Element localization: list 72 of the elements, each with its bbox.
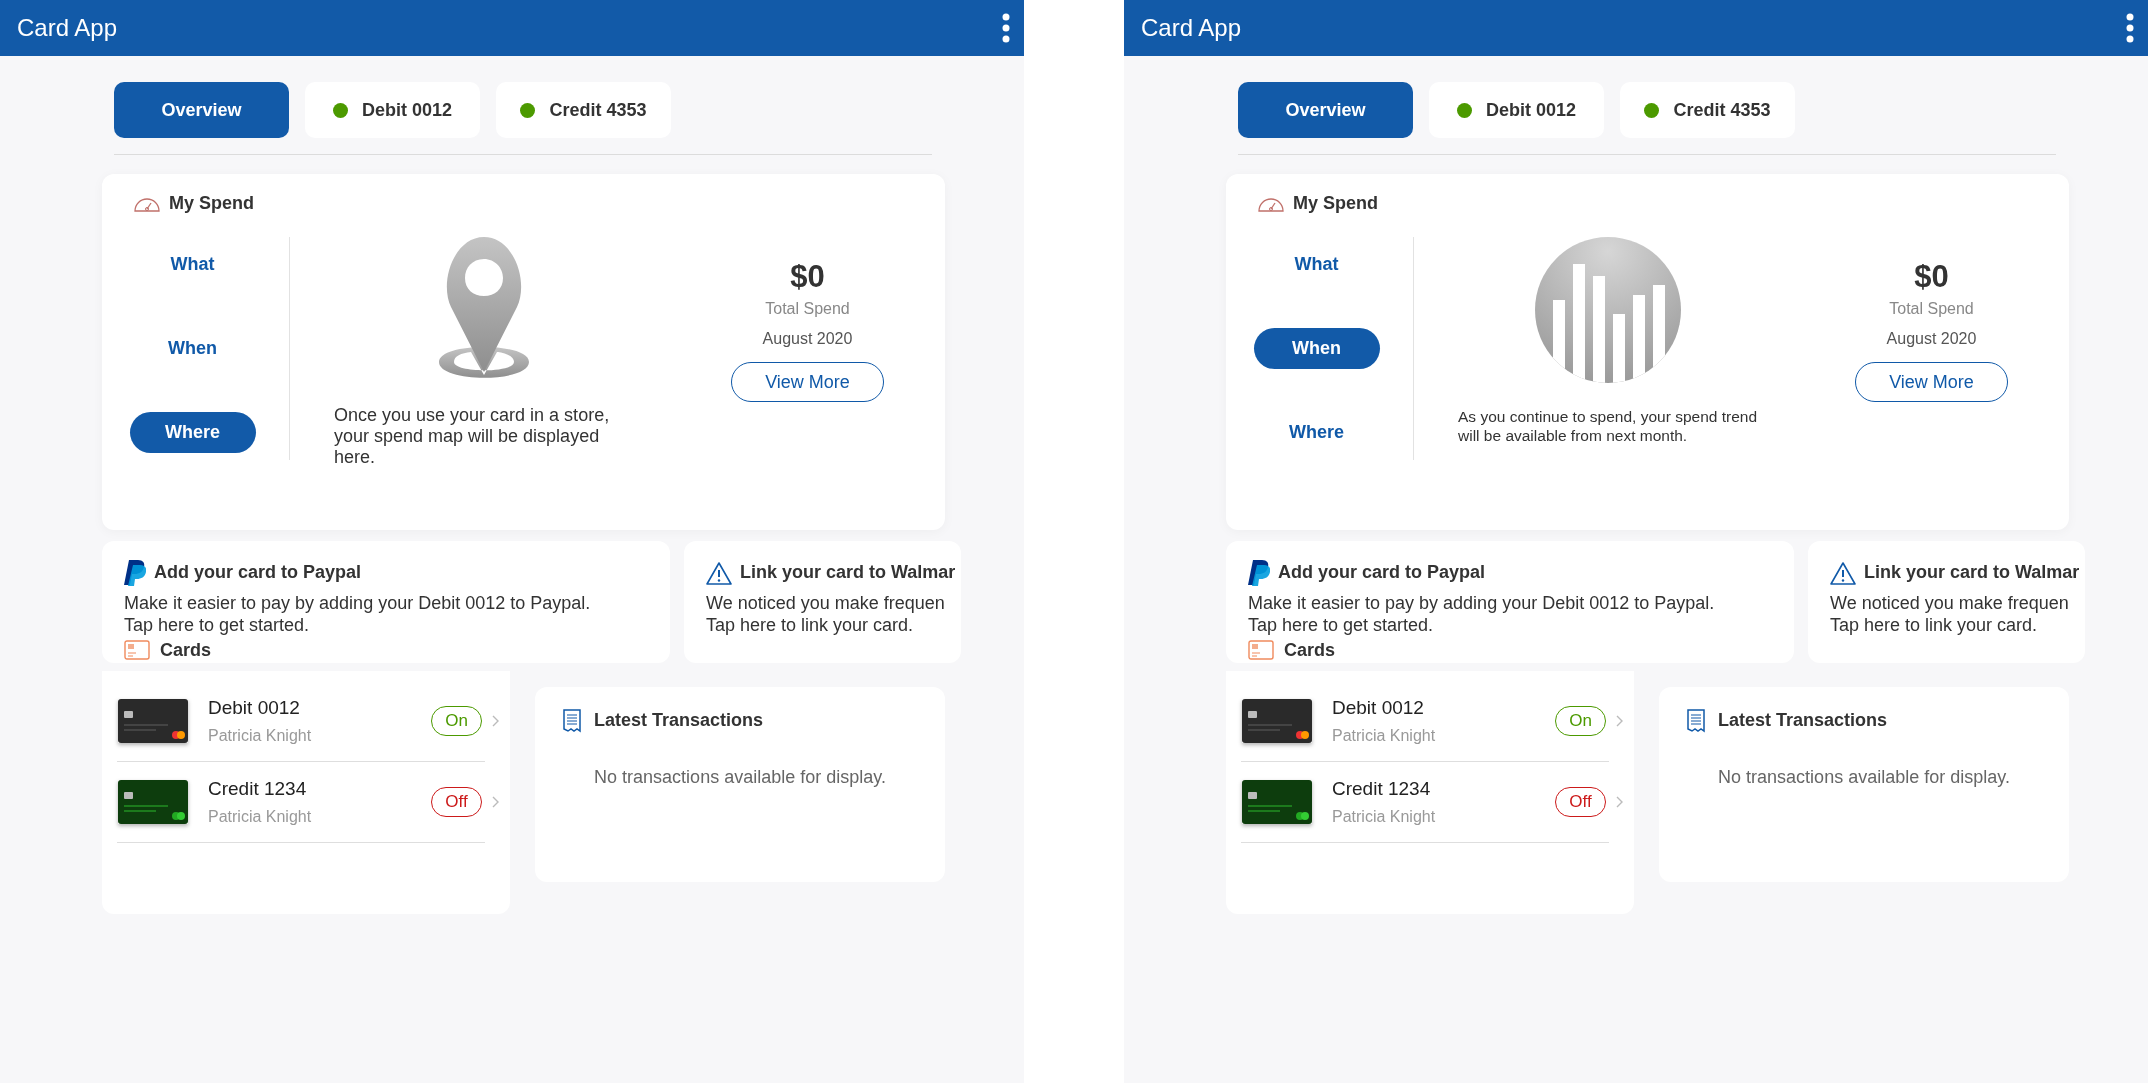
period-label: August 2020 [1886,329,1977,349]
promo-text: We noticed you make frequen Tap here to link your card. [1830,592,2070,636]
credit-card-drawing [118,699,188,743]
section-title: My Spend [169,192,254,215]
card-holder: Patricia Knight [1332,806,1437,827]
spend-filter-option[interactable]: When [129,328,256,369]
more-menu-icon[interactable] [2126,13,2134,43]
warning-icon [706,560,732,585]
tab[interactable]: Credit 4353 [496,82,671,138]
promo-title: Link your card to Walmar [740,561,956,584]
promo-card[interactable]: Link your card to Walmar We noticed you make frequen Tap here to link your card. [684,541,962,663]
spend-filter-option[interactable]: When [1253,328,1380,369]
chevron-right-icon [1616,796,1623,808]
spend-filter-option[interactable]: Where [1253,412,1380,453]
info-message: As you continue to spend, your spend trend will be available from next month. [1458,407,1758,445]
section-title: Latest Transactions [1718,709,1888,732]
receipt-icon [1687,708,1705,733]
speedometer-icon [133,195,161,212]
chevron-right-icon [492,796,499,808]
app-title: Card App [17,13,118,43]
receipt-icon [563,708,581,733]
card-name: Credit 1234 [1332,777,1432,802]
card-holder: Patricia Knight [208,725,313,746]
section-title: Cards [1284,638,1336,662]
section-title: My Spend [1293,192,1378,215]
empty-message: No transactions available for display. [1717,766,2011,789]
promo-card[interactable]: Link your card to Walmar We noticed you make frequen Tap here to link your card. [1808,541,2086,663]
promo-text: We noticed you make frequen Tap here to link your card. [706,592,946,636]
promo-text: Make it easier to pay by adding your Debit 0012 to Paypal. Tap here to get started. [1248,592,1716,636]
spend-amount: $0 [790,259,825,295]
card-holder: Patricia Knight [1332,725,1437,746]
credit-card-drawing [1242,699,1312,743]
promo-title: Add your card to Paypal [154,561,362,584]
tab[interactable]: Debit 0012 [1429,82,1604,138]
period-label: August 2020 [762,329,853,349]
more-menu-icon[interactable] [1002,13,1010,43]
section-title: Cards [160,638,212,662]
card-holder: Patricia Knight [208,806,313,827]
tab[interactable]: Credit 4353 [1620,82,1795,138]
tab[interactable]: Overview [1238,82,1413,138]
card-name: Credit 1234 [208,777,308,802]
card-icon [124,640,150,660]
section-title: Latest Transactions [594,709,764,732]
spend-filter-option[interactable]: What [129,244,256,285]
spend-amount: $0 [1914,259,1949,295]
paypal-logo-icon [1248,559,1270,586]
app-title: Card App [1141,13,1242,43]
card-name: Debit 0012 [1332,696,1425,721]
promo-title: Add your card to Paypal [1278,561,1486,584]
credit-card-drawing [1242,780,1312,824]
promo-title: Link your card to Walmar [1864,561,2080,584]
paypal-logo-icon [124,559,146,586]
card-row[interactable]: Debit 0012 Patricia Knight On [117,681,485,762]
amount-label: Total Spend [1889,299,1974,319]
speedometer-icon [1257,195,1285,212]
card-row[interactable]: Credit 1234 Patricia Knight Off [1241,762,1609,843]
chevron-right-icon [492,715,499,727]
card-row[interactable]: Debit 0012 Patricia Knight On [1241,681,1609,762]
empty-message: No transactions available for display. [593,766,887,789]
warning-icon [1830,560,1856,585]
chevron-right-icon [1616,715,1623,727]
card-name: Debit 0012 [208,696,301,721]
tab[interactable]: Overview [114,82,289,138]
tab[interactable]: Debit 0012 [305,82,480,138]
card-icon [1248,640,1274,660]
spend-filter-option[interactable]: Where [129,412,256,453]
spend-filter-option[interactable]: What [1253,244,1380,285]
promo-text: Make it easier to pay by adding your Debit 0012 to Paypal. Tap here to get started. [124,592,592,636]
info-message: Once you use your card in a store, your spend map will be displayed here. [334,405,611,468]
card-row[interactable]: Credit 1234 Patricia Knight Off [117,762,485,843]
amount-label: Total Spend [765,299,850,319]
credit-card-drawing [118,780,188,824]
